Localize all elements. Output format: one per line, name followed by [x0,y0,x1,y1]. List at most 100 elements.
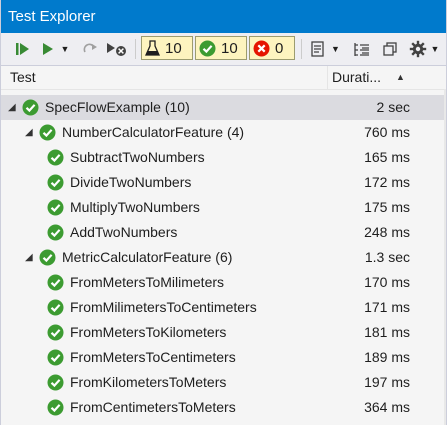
column-header: Test Durati... ▲ [1,66,446,90]
refresh-icon [83,43,97,53]
passed-check-icon [39,124,56,141]
test-name-text: MetricCalculatorFeature [62,249,212,265]
failed-x-icon [253,40,270,56]
passed-check-icon [47,324,64,341]
repeat-last-run-button[interactable] [79,38,101,60]
columns-button[interactable] [379,38,401,60]
test-name-text: FromMetersToCentimeters [70,349,236,365]
test-row[interactable]: MultiplyTwoNumbers 175 ms [1,195,446,220]
chevron-down-icon: ▼ [430,44,440,54]
chevron-down-icon: ▼ [60,44,70,54]
test-row[interactable]: AddTwoNumbers 248 ms [1,220,446,245]
test-row[interactable]: FromKilometersToMeters 197 ms [1,370,446,395]
test-name: MultiplyTwoNumbers [70,195,200,220]
test-name-text: FromMetersToKilometers [70,324,227,340]
run-dropdown-button[interactable]: ▼ [37,38,73,60]
run-all-button[interactable] [11,38,33,60]
test-duration: 175 ms [364,199,410,215]
test-duration: 170 ms [364,274,410,290]
test-group-row[interactable]: ◢ NumberCalculatorFeature (4) 760 ms [1,120,446,145]
test-name: NumberCalculatorFeature (4) [62,120,244,145]
test-name-text: AddTwoNumbers [70,224,178,240]
test-name: FromKilometersToMeters [70,370,226,395]
settings-dropdown-button[interactable]: ▼ [405,38,443,60]
test-duration: 1.3 sec [364,249,410,265]
test-name-text: FromCentimetersToMeters [70,399,236,415]
test-row[interactable]: FromMetersToKilometers 181 ms [1,320,446,345]
cancel-run-button[interactable] [105,38,129,60]
passed-check-icon [22,99,39,116]
test-row[interactable]: FromCentimetersToMeters 364 ms [1,395,446,420]
passed-check-icon [47,274,64,291]
test-name: FromMilimetersToCentimeters [70,295,257,320]
test-count: (4) [226,124,245,140]
expand-collapse-icon[interactable]: ◢ [8,95,16,120]
gear-icon [409,40,426,58]
test-duration: 364 ms [364,399,410,415]
passed-check-icon [199,40,216,56]
passed-tests-count: 10 [221,39,238,57]
test-duration: 760 ms [364,124,410,140]
run-all-icon [16,43,29,55]
test-row[interactable]: SubtractTwoNumbers 165 ms [1,145,446,170]
test-name-text: DivideTwoNumbers [70,174,192,190]
test-name: AddTwoNumbers [70,220,177,245]
vertical-scrollbar[interactable] [444,89,446,425]
total-tests-count: 10 [165,39,182,57]
test-duration: 2 sec [376,99,410,115]
test-name-text: MultiplyTwoNumbers [70,199,200,215]
test-name: MetricCalculatorFeature (6) [62,245,232,270]
test-duration: 248 ms [364,224,410,240]
test-group-row[interactable]: ◢ MetricCalculatorFeature (6) 1.3 sec [1,245,446,270]
duration-column-header[interactable]: Durati... [332,66,381,89]
test-duration: 165 ms [364,149,410,165]
test-name: SpecFlowExample (10) [45,95,190,120]
test-duration: 172 ms [364,174,410,190]
toolbar-separator [135,39,136,59]
sort-ascending-icon: ▲ [396,72,405,82]
test-duration: 181 ms [364,324,410,340]
test-group-row[interactable]: ◢ SpecFlowExample (10) 2 sec [1,95,446,120]
test-row[interactable]: FromMilimetersToCentimeters 171 ms [1,295,446,320]
expand-collapse-icon[interactable]: ◢ [25,120,33,145]
test-name-text: SpecFlowExample [45,99,161,115]
copy-icon [383,42,397,56]
test-duration: 189 ms [364,349,410,365]
expand-collapse-icon[interactable]: ◢ [25,245,33,270]
test-column-header[interactable]: Test [10,66,36,89]
test-duration: 197 ms [364,374,410,390]
test-name-text: FromMetersToMilimeters [70,274,225,290]
group-by-button[interactable] [349,38,375,60]
group-by-icon [354,42,369,56]
test-name: FromMetersToKilometers [70,320,226,345]
playlist-dropdown-button[interactable]: ▼ [307,38,343,60]
total-tests-filter[interactable]: 10 [141,36,193,60]
passed-check-icon [47,199,64,216]
test-row[interactable]: FromMetersToCentimeters 189 ms [1,345,446,370]
test-count: (6) [215,249,233,265]
test-name-text: FromKilometersToMeters [70,374,227,390]
test-explorer-window: Test Explorer ▼ 10 10 0 ▼ ▼ Test Durati.… [0,0,447,425]
passed-check-icon [47,349,64,366]
chevron-down-icon: ▼ [331,44,340,54]
window-title: Test Explorer [1,0,446,33]
passed-check-icon [47,399,64,416]
passed-check-icon [39,249,56,266]
flask-icon [145,39,160,56]
test-name-text: NumberCalculatorFeature [62,124,224,140]
failed-tests-filter[interactable]: 0 [249,36,295,60]
toolbar-separator [301,39,302,59]
passed-check-icon [47,299,64,316]
test-row[interactable]: FromMetersToMilimeters 170 ms [1,270,446,295]
passed-check-icon [47,374,64,391]
test-name: FromCentimetersToMeters [70,395,236,420]
passed-tests-filter[interactable]: 10 [195,36,247,60]
test-name: DivideTwoNumbers [70,170,191,195]
test-name: FromMetersToCentimeters [70,345,236,370]
column-divider[interactable] [327,66,328,89]
test-row[interactable]: DivideTwoNumbers 172 ms [1,170,446,195]
play-icon [42,43,53,55]
stop-run-icon [107,43,126,56]
test-name: SubtractTwoNumbers [70,145,205,170]
test-name: FromMetersToMilimeters [70,270,224,295]
